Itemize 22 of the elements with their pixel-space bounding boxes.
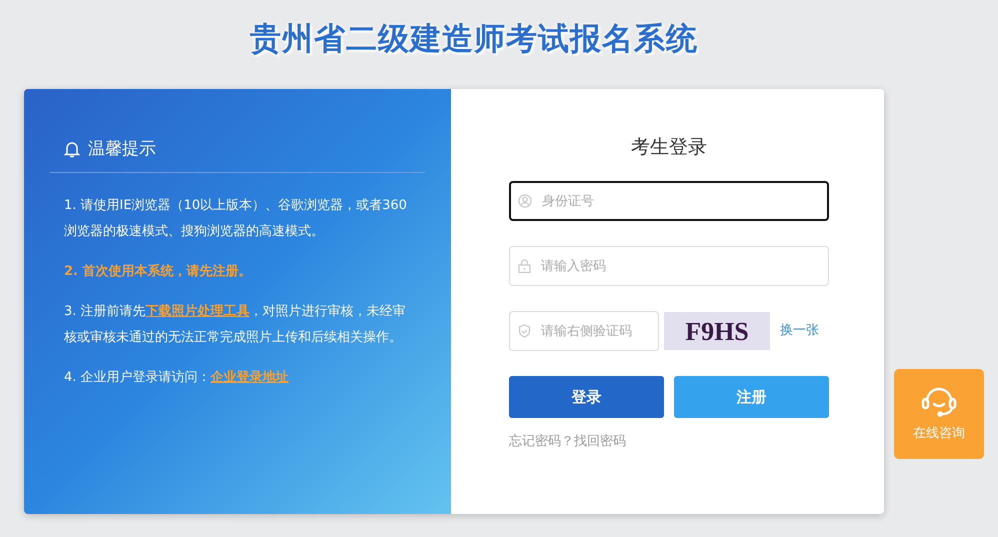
shield-icon bbox=[518, 324, 531, 338]
captcha-image: F9HS bbox=[664, 312, 770, 350]
notice-link[interactable]: 企业登录地址 bbox=[210, 370, 289, 385]
notice-text: 2. 首次使用本系统，请先注册。 bbox=[64, 262, 253, 281]
notice-text: 4. 企业用户登录请访问：企业登录地址 bbox=[64, 369, 290, 387]
notice-title: 温馨提示 bbox=[88, 138, 156, 160]
notice-text: 3. 注册前请先下载照片处理工具，对照片进行审核，未经审核或审核未通过的无法正常完成照片上传和后续相关操作。 bbox=[64, 303, 407, 347]
captcha-field[interactable]: 请输右侧验证码 bbox=[509, 311, 659, 351]
refresh-captcha-link[interactable]: 换一张 bbox=[780, 321, 819, 341]
notice-link[interactable]: 下载照片处理工具 bbox=[146, 304, 250, 319]
login-button[interactable]: 登录 bbox=[509, 376, 664, 418]
input-field[interactable]: 身份证号 bbox=[509, 181, 829, 221]
recover-password-link[interactable]: 找回密码 bbox=[574, 432, 626, 452]
user-icon bbox=[518, 194, 532, 208]
register-button[interactable]: 注册 bbox=[674, 376, 829, 418]
forgot-password-text: 忘记密码？ bbox=[509, 433, 574, 451]
bell-icon bbox=[64, 140, 80, 158]
notice-text: 1. 请使用IE浏览器（10以上版本）、谷歌浏览器，或者360浏览器的极速模式、搜狗浏览器的高速模式。 bbox=[64, 197, 408, 241]
lock-icon bbox=[518, 259, 531, 273]
login-title: 考生登录 bbox=[630, 134, 708, 160]
page-title: 贵州省二级建造师考试报名系统 bbox=[250, 20, 698, 59]
online-consult-button[interactable]: 在线咨询 bbox=[894, 369, 984, 459]
